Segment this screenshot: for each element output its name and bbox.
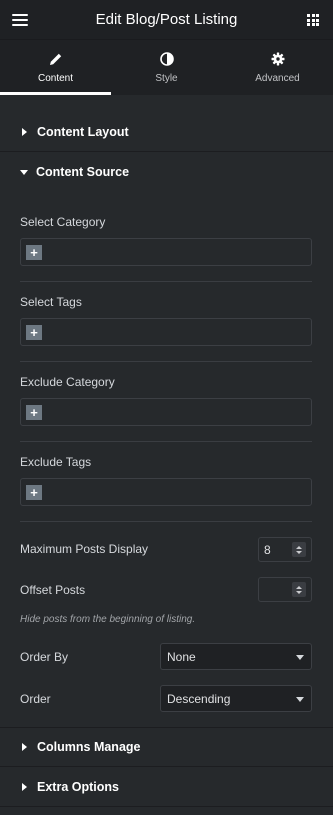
hamburger-menu-icon[interactable] bbox=[12, 14, 28, 26]
section-content-layout-label: Content Layout bbox=[37, 124, 129, 139]
tab-content-label: Content bbox=[37, 73, 74, 84]
order-label: Order bbox=[20, 692, 51, 706]
divider bbox=[20, 441, 312, 442]
order-by-select[interactable]: None bbox=[160, 643, 312, 670]
max-posts-label: Maximum Posts Display bbox=[20, 542, 149, 556]
section-content-source-label: Content Source bbox=[36, 165, 130, 179]
exclude-tags-field[interactable]: + bbox=[20, 478, 312, 506]
add-excluded-tag-plus-icon[interactable]: + bbox=[26, 485, 42, 500]
select-tags-field[interactable]: + bbox=[20, 318, 312, 346]
caret-right-icon bbox=[22, 782, 27, 791]
panel-title: Edit Blog/Post Listing bbox=[95, 11, 238, 28]
select-category-field[interactable]: + bbox=[20, 238, 312, 266]
tab-style[interactable]: Style bbox=[111, 40, 222, 95]
tab-content[interactable]: Content bbox=[0, 40, 111, 95]
apps-grid-icon[interactable] bbox=[307, 14, 319, 26]
caret-down-icon bbox=[20, 169, 28, 175]
exclude-tags-label: Exclude Tags bbox=[20, 455, 92, 469]
add-tag-plus-icon[interactable]: + bbox=[26, 325, 42, 340]
offset-posts-stepper[interactable] bbox=[292, 582, 306, 597]
offset-posts-input[interactable] bbox=[258, 577, 312, 602]
section-content-layout[interactable]: Content Layout bbox=[0, 112, 333, 152]
section-extra-options[interactable]: Extra Options bbox=[0, 767, 333, 807]
exclude-category-field[interactable]: + bbox=[20, 398, 312, 426]
divider bbox=[20, 361, 312, 362]
tab-advanced-label: Advanced bbox=[255, 73, 300, 84]
section-extra-options-label: Extra Options bbox=[37, 779, 119, 794]
divider bbox=[20, 281, 312, 282]
add-excluded-category-plus-icon[interactable]: + bbox=[26, 405, 42, 420]
max-posts-input[interactable]: 8 bbox=[258, 537, 312, 562]
section-content-source[interactable]: Content Source bbox=[0, 152, 333, 192]
caret-right-icon bbox=[22, 127, 27, 136]
section-columns-manage[interactable]: Columns Manage bbox=[0, 727, 333, 767]
add-category-plus-icon[interactable]: + bbox=[26, 245, 42, 260]
offset-posts-note: Hide posts from the beginning of listing… bbox=[20, 614, 196, 625]
divider bbox=[20, 521, 312, 522]
offset-posts-label: Offset Posts bbox=[20, 583, 86, 597]
order-select[interactable]: Descending bbox=[160, 685, 312, 712]
panel-header: Edit Blog/Post Listing bbox=[0, 0, 333, 40]
caret-right-icon bbox=[22, 743, 27, 751]
chevron-down-icon bbox=[296, 697, 304, 702]
tab-style-label: Style bbox=[155, 73, 178, 84]
exclude-category-label: Exclude Category bbox=[20, 375, 115, 389]
max-posts-value: 8 bbox=[264, 542, 271, 557]
order-by-label: Order By bbox=[20, 650, 69, 664]
gear-icon bbox=[270, 51, 286, 67]
tab-advanced[interactable]: Advanced bbox=[222, 40, 333, 95]
order-by-value: None bbox=[167, 649, 196, 664]
pencil-icon bbox=[48, 51, 64, 67]
select-tags-label: Select Tags bbox=[20, 295, 82, 309]
order-value: Descending bbox=[167, 691, 231, 706]
select-category-label: Select Category bbox=[20, 215, 106, 229]
editor-tabs: Content Style Advanced bbox=[0, 40, 333, 95]
max-posts-stepper[interactable] bbox=[292, 542, 306, 557]
chevron-down-icon bbox=[296, 655, 304, 660]
section-columns-manage-label: Columns Manage bbox=[37, 740, 141, 754]
half-circle-icon bbox=[159, 51, 175, 67]
